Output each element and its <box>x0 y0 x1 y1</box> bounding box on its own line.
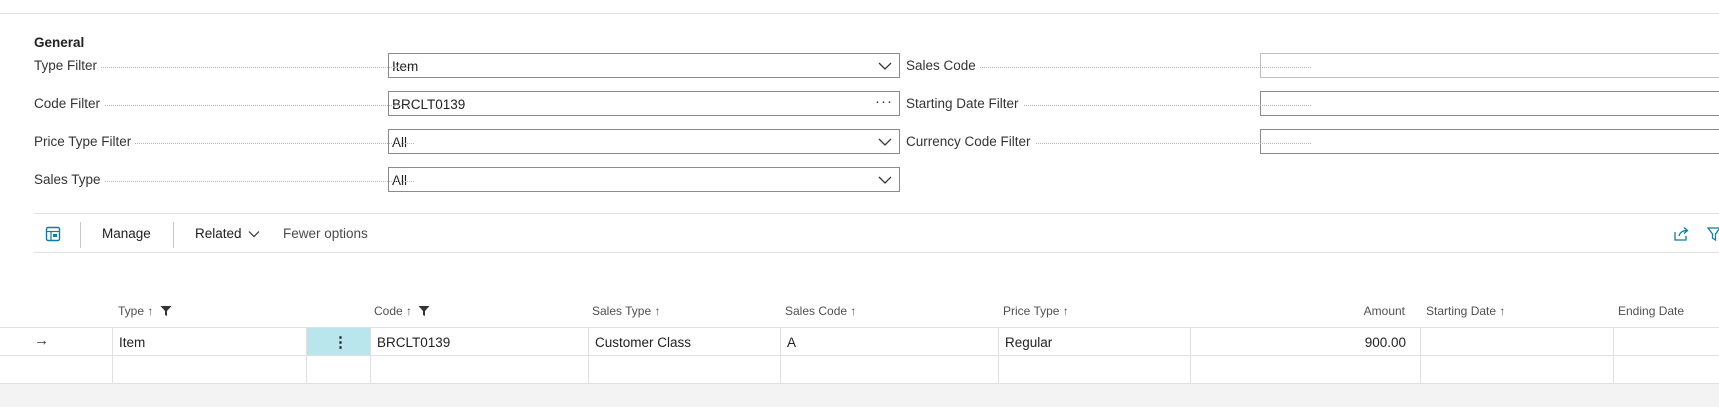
code-filter-label: Code Filter <box>34 96 105 111</box>
share-icon[interactable] <box>1673 226 1690 242</box>
top-divider <box>0 13 1719 14</box>
sales-code-row: Sales Code <box>906 53 1719 80</box>
type-filter-dropdown[interactable]: Item <box>388 53 900 78</box>
table-row[interactable]: → Item ⋮ BRCLT0139 Customer Class A Regu… <box>0 327 1719 356</box>
column-header-starting-date[interactable]: Starting Date ↑ <box>1426 304 1505 318</box>
currency-code-filter-label: Currency Code Filter <box>906 134 1035 149</box>
related-button[interactable]: Related <box>195 226 260 241</box>
price-type-filter-label: Price Type Filter <box>34 134 136 149</box>
sales-code-label: Sales Code <box>906 58 980 73</box>
column-header-sales-type[interactable]: Sales Type ↑ <box>592 304 660 318</box>
starting-date-filter-label: Starting Date Filter <box>906 96 1023 111</box>
price-type-filter-row: Price Type Filter All <box>34 129 900 156</box>
current-row-arrow-icon: → <box>34 332 49 349</box>
currency-code-filter-row: Currency Code Filter <box>906 129 1719 156</box>
general-section-title: General <box>34 35 85 50</box>
cell-sales-code[interactable]: A <box>780 328 998 356</box>
starting-date-filter-input[interactable] <box>1260 91 1719 116</box>
column-header-ending-date[interactable]: Ending Date <box>1618 304 1684 318</box>
label-leader <box>94 143 414 144</box>
cell-starting-date[interactable] <box>1420 328 1613 356</box>
cell-empty[interactable] <box>998 356 1190 384</box>
chevron-down-icon <box>248 231 260 238</box>
cell-empty[interactable] <box>306 356 370 384</box>
sales-type-dropdown[interactable]: All <box>388 167 900 192</box>
label-leader <box>94 105 414 106</box>
chevron-down-icon <box>878 62 892 70</box>
filter-icon <box>418 306 430 316</box>
type-filter-label: Type Filter <box>34 58 102 73</box>
label-leader <box>966 67 1311 68</box>
cell-empty[interactable] <box>1420 356 1613 384</box>
sales-code-dropdown[interactable] <box>1260 53 1719 78</box>
page-layout-icon[interactable] <box>45 226 61 242</box>
chevron-down-icon <box>878 138 892 146</box>
cell-empty[interactable] <box>588 356 780 384</box>
section-divider <box>34 213 1719 214</box>
cell-empty[interactable] <box>370 356 588 384</box>
filter-icon <box>160 306 172 316</box>
lookup-ellipsis-icon[interactable]: ··· <box>875 93 893 110</box>
toolbar-separator <box>80 222 81 248</box>
cell-price-type[interactable]: Regular <box>998 328 1190 356</box>
label-leader <box>94 181 414 182</box>
column-header-type[interactable]: Type ↑ <box>118 304 172 318</box>
manage-button[interactable]: Manage <box>102 226 151 241</box>
cell-type[interactable]: Item <box>112 328 306 356</box>
cell-ending-date[interactable] <box>1613 328 1719 356</box>
column-header-price-type[interactable]: Price Type ↑ <box>1003 304 1069 318</box>
cell-code[interactable]: BRCLT0139 <box>370 328 588 356</box>
cell-empty[interactable] <box>780 356 998 384</box>
sales-type-label: Sales Type <box>34 172 105 187</box>
label-leader <box>94 67 414 68</box>
cell-empty[interactable] <box>1613 356 1719 384</box>
column-header-code[interactable]: Code ↑ <box>374 304 430 318</box>
starting-date-filter-row: Starting Date Filter <box>906 91 1719 118</box>
type-filter-row: Type Filter Item <box>34 53 900 80</box>
more-vertical-icon: ⋮ <box>333 334 348 351</box>
filter-pane-icon[interactable] <box>1707 226 1719 242</box>
code-filter-row: Code Filter BRCLT0139 ··· <box>34 91 900 118</box>
fewer-options-button[interactable]: Fewer options <box>283 226 368 241</box>
action-bar: Manage Related Fewer options <box>0 216 1719 252</box>
currency-code-filter-dropdown[interactable] <box>1260 129 1719 154</box>
column-header-amount[interactable]: Amount <box>1350 304 1405 318</box>
toolbar-separator <box>173 222 174 248</box>
cell-empty[interactable] <box>1190 356 1420 384</box>
grid-footer-band <box>0 383 1719 407</box>
code-filter-input[interactable]: BRCLT0139 ··· <box>388 91 900 116</box>
related-label: Related <box>195 226 242 241</box>
chevron-down-icon <box>878 176 892 184</box>
row-actions-menu[interactable]: ⋮ <box>306 328 370 356</box>
table-row-empty[interactable] <box>0 355 1719 384</box>
cell-amount[interactable]: 900.00 <box>1190 328 1420 356</box>
cell-sales-type[interactable]: Customer Class <box>588 328 780 356</box>
cell-empty[interactable] <box>112 356 306 384</box>
price-type-filter-dropdown[interactable]: All <box>388 129 900 154</box>
sales-type-row: Sales Type All <box>34 167 900 194</box>
column-header-sales-code[interactable]: Sales Code ↑ <box>785 304 856 318</box>
section-divider <box>34 252 1719 253</box>
